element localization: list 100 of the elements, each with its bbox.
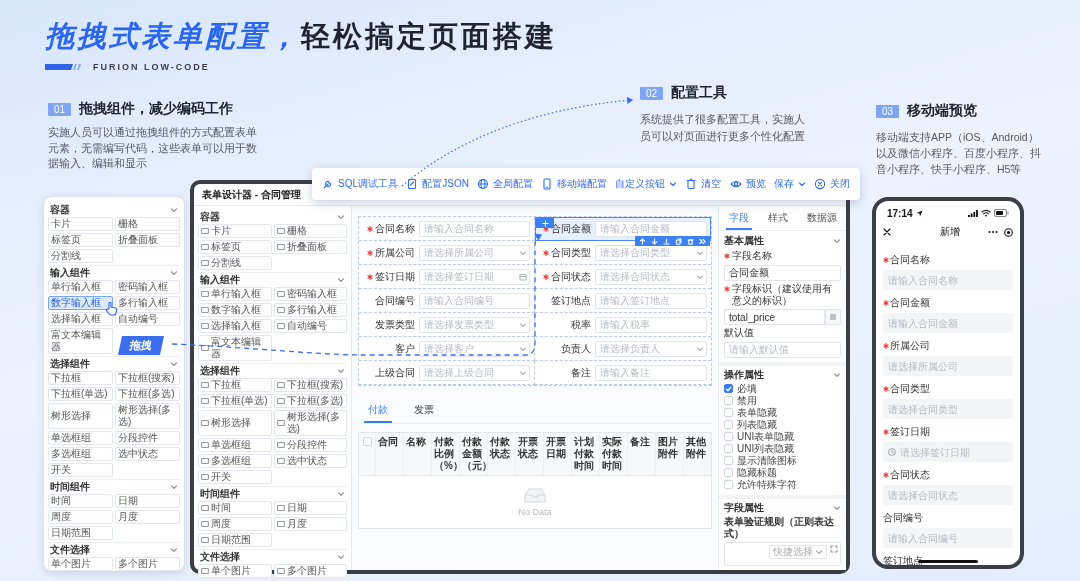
- component-item[interactable]: 折叠面板: [273, 240, 347, 254]
- section-description: 实施人员可以通过拖拽组件的方式配置表单元素，无需编写代码，这些表单可以用于数据输入、编辑和显示: [48, 125, 258, 171]
- column-header: 其他附件: [683, 433, 711, 475]
- component-item[interactable]: 富文本编辑器: [198, 335, 272, 361]
- component-item[interactable]: 分割线: [48, 249, 113, 263]
- component-item[interactable]: 标签页: [198, 240, 272, 254]
- component-item[interactable]: 多行输入框: [273, 303, 347, 317]
- input-field[interactable]: 请输入合同金额: [595, 220, 707, 237]
- component-item[interactable]: 下拉框(多选): [273, 394, 347, 408]
- component-item[interactable]: 树形选择(多选): [273, 410, 347, 436]
- component-item[interactable]: 自动编号: [273, 319, 347, 333]
- group-title: 容器: [50, 202, 70, 217]
- component-item[interactable]: 密码输入框: [273, 287, 347, 301]
- component-item[interactable]: 单个图片: [48, 557, 113, 571]
- component-item[interactable]: 选中状态: [115, 447, 180, 461]
- component-item[interactable]: 单个图片: [198, 564, 272, 578]
- component-item[interactable]: 下拉框: [48, 371, 113, 385]
- component-item[interactable]: 日期范围: [48, 526, 113, 540]
- component-item[interactable]: 多个图片: [273, 564, 347, 578]
- component-item[interactable]: 单行输入框: [48, 280, 113, 294]
- checkbox-label: UNI列表隐藏: [737, 441, 795, 455]
- column-header: 付款金额（元）: [459, 433, 487, 475]
- component-item[interactable]: 开关: [48, 463, 113, 477]
- component-item[interactable]: 月度: [115, 510, 180, 524]
- column-header: 计划付款时间: [571, 433, 599, 475]
- group-title: 选择组件: [200, 364, 240, 378]
- component-item[interactable]: 开关: [198, 470, 272, 484]
- section-title: 配置工具: [671, 84, 728, 102]
- component-item[interactable]: 日期: [115, 494, 180, 508]
- component-item[interactable]: 周度: [48, 510, 113, 524]
- component-item[interactable]: 时间: [198, 501, 272, 515]
- input-field[interactable]: 请输入合同编号: [419, 292, 530, 309]
- checkbox-label: 禁用: [737, 394, 757, 408]
- select-field[interactable]: 请选择负责人: [595, 340, 707, 357]
- component-item[interactable]: 富文本编辑器: [48, 328, 113, 354]
- component-item[interactable]: 日期范围: [198, 533, 272, 547]
- component-item[interactable]: 选择输入框: [198, 319, 272, 333]
- select-field[interactable]: 请选择合同类型: [595, 244, 707, 261]
- tab[interactable]: 数据源: [803, 208, 840, 230]
- tab[interactable]: 字段: [725, 208, 752, 230]
- component-item[interactable]: 卡片: [198, 224, 272, 238]
- component-item[interactable]: 折叠面板: [115, 233, 180, 247]
- component-item[interactable]: 多选框组: [48, 447, 113, 461]
- column-header: 付款比例（%）: [431, 433, 459, 475]
- component-item[interactable]: 下拉框(多选): [115, 387, 180, 401]
- component-item[interactable]: 分段控件: [273, 438, 347, 452]
- component-item[interactable]: 下拉框(单选): [48, 387, 113, 401]
- component-item[interactable]: 单选框组: [198, 438, 272, 452]
- component-item[interactable]: 月度: [273, 517, 347, 531]
- component-item[interactable]: 下拉框: [198, 378, 272, 392]
- component-item[interactable]: 树形选择: [198, 410, 272, 436]
- component-item[interactable]: 栅格: [115, 217, 180, 231]
- component-item[interactable]: 数字输入框: [198, 303, 272, 317]
- component-item[interactable]: 自动编号: [115, 312, 180, 326]
- tab[interactable]: 付款: [364, 400, 392, 423]
- component-item[interactable]: 单行输入框: [198, 287, 272, 301]
- component-item[interactable]: 日期: [273, 501, 347, 515]
- component-item[interactable]: 下拉框(搜索): [115, 371, 180, 385]
- input-field[interactable]: total_price: [724, 309, 825, 325]
- select-field[interactable]: 请选择合同状态: [595, 268, 707, 285]
- group-title: 容器: [200, 209, 220, 224]
- column-header: 合同: [375, 433, 403, 475]
- component-item[interactable]: 卡片: [48, 217, 113, 231]
- tab[interactable]: 样式: [764, 208, 791, 230]
- component-item[interactable]: 树形选择: [48, 403, 113, 429]
- input-field[interactable]: 请输入合同名称: [419, 220, 530, 237]
- input-field[interactable]: 请输入签订地点: [595, 292, 707, 309]
- date-field[interactable]: 请选择签订日期: [419, 268, 530, 285]
- component-item[interactable]: 密码输入框: [115, 280, 180, 294]
- select-field[interactable]: 请选择发票类型: [419, 316, 530, 333]
- tab[interactable]: 发票: [410, 400, 438, 423]
- component-item[interactable]: 树形选择(多选): [115, 403, 180, 429]
- component-item[interactable]: 标签页: [48, 233, 113, 247]
- component-item[interactable]: 栅格: [273, 224, 347, 238]
- component-item[interactable]: 周度: [198, 517, 272, 531]
- component-item[interactable]: 分段控件: [115, 431, 180, 445]
- status-time: 17:14: [887, 207, 913, 219]
- component-item[interactable]: 时间: [48, 494, 113, 508]
- input-field[interactable]: 请输入税率: [595, 316, 707, 333]
- number-badge: 03: [876, 104, 900, 118]
- component-item[interactable]: 下拉框(单选): [198, 394, 272, 408]
- component-item[interactable]: 单选框组: [48, 431, 113, 445]
- component-item[interactable]: 多个图片: [115, 557, 180, 571]
- field-label: 所属公司: [375, 245, 415, 260]
- component-item[interactable]: 多行输入框: [115, 296, 180, 310]
- input-field[interactable]: 请输入默认值: [724, 341, 841, 358]
- component-item[interactable]: 多选框组: [198, 454, 272, 468]
- input-field[interactable]: 合同金额: [724, 265, 841, 281]
- field-label: 字段标识（建议使用有意义的标识）: [732, 283, 833, 307]
- number-badge: 02: [640, 86, 664, 100]
- select-field[interactable]: 请选择所属公司: [419, 244, 530, 261]
- component-item[interactable]: 选择输入框: [48, 312, 113, 326]
- group-title: 输入组件: [200, 273, 240, 287]
- component-item[interactable]: 选中状态: [273, 454, 347, 468]
- component-item[interactable]: 下拉框(搜索): [273, 378, 347, 392]
- select-field[interactable]: 请选择客户: [419, 340, 530, 357]
- group-title: 输入组件: [50, 266, 90, 280]
- field-label: 合同名称: [890, 253, 930, 267]
- component-item[interactable]: 分割线: [198, 256, 272, 270]
- input-field[interactable]: 请输入备注: [595, 364, 707, 381]
